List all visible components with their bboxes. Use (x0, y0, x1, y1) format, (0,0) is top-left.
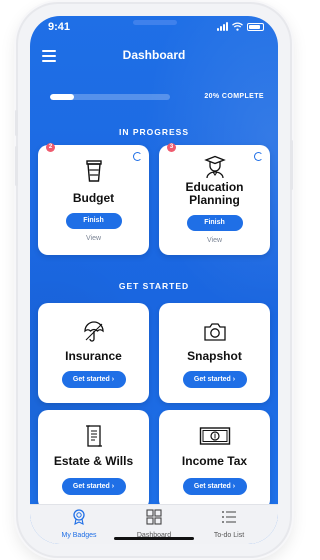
tab-my-badges[interactable]: My Badges (44, 509, 114, 539)
view-link[interactable]: View (159, 237, 270, 244)
finish-button[interactable]: Finish (65, 213, 122, 229)
signal-icon (217, 22, 228, 31)
section-get-started: GET STARTED (118, 281, 190, 291)
dashboard-icon (146, 509, 162, 525)
app-screen: 9:41 Dashboard 20% COMPLETE IN PROGRESS … (30, 16, 278, 544)
status-bar: 9:41 (30, 16, 278, 38)
camera-icon (159, 322, 270, 342)
card-insurance[interactable]: Insurance Get started › (38, 303, 149, 403)
notification-badge: 3 (167, 143, 176, 152)
card-income-tax[interactable]: Income Tax Get started › (159, 410, 270, 510)
todo-list-icon (222, 511, 236, 523)
tab-todo-list[interactable]: To-do List (194, 509, 264, 539)
status-time: 9:41 (48, 21, 71, 33)
card-estate-wills[interactable]: Estate & Wills Get started › (38, 410, 149, 510)
progress-bar (50, 94, 170, 100)
page-title: Dashboard (122, 48, 186, 62)
tab-label: To-do List (213, 532, 245, 539)
cash-icon (159, 426, 270, 446)
badge-icon (73, 509, 85, 525)
get-started-button[interactable]: Get started › (182, 478, 247, 495)
notification-badge: 2 (46, 143, 55, 152)
card-budget[interactable]: 2 Budget Finish View (38, 143, 149, 255)
home-indicator (114, 537, 194, 540)
get-started-button[interactable]: Get started › (61, 478, 126, 495)
coffee-cup-icon (38, 159, 149, 183)
card-education-planning[interactable]: 3 Education Planning Finish View (159, 143, 270, 255)
view-link[interactable]: View (38, 235, 149, 242)
umbrella-icon (38, 321, 149, 343)
section-in-progress: IN PROGRESS (118, 127, 190, 137)
progress-label: 20% COMPLETE (204, 93, 264, 100)
get-started-button[interactable]: Get started › (182, 371, 247, 388)
phone-side-button (15, 146, 18, 186)
card-title: Estate & Wills (53, 454, 134, 468)
card-title: Income Tax (181, 454, 248, 468)
card-title: Education Planning (185, 180, 244, 207)
wifi-icon (232, 22, 243, 31)
card-title: Snapshot (187, 349, 242, 363)
card-title: Budget (72, 191, 115, 205)
tab-dashboard[interactable]: Dashboard (119, 509, 189, 539)
status-icons (217, 22, 264, 31)
battery-icon (247, 22, 264, 31)
graduate-icon (159, 155, 270, 179)
card-snapshot[interactable]: Snapshot Get started › (159, 303, 270, 403)
document-icon (38, 424, 149, 448)
tab-label: My Badges (61, 532, 97, 539)
get-started-button[interactable]: Get started › (61, 371, 126, 388)
finish-button[interactable]: Finish (186, 215, 243, 231)
progress-fill (50, 94, 74, 100)
phone-side-button (290, 140, 293, 190)
tab-bar: My Badges Dashboard To-do List (30, 504, 278, 544)
phone-side-button (15, 110, 18, 136)
card-title: Insurance (65, 349, 122, 363)
app-header: Dashboard (30, 42, 278, 72)
